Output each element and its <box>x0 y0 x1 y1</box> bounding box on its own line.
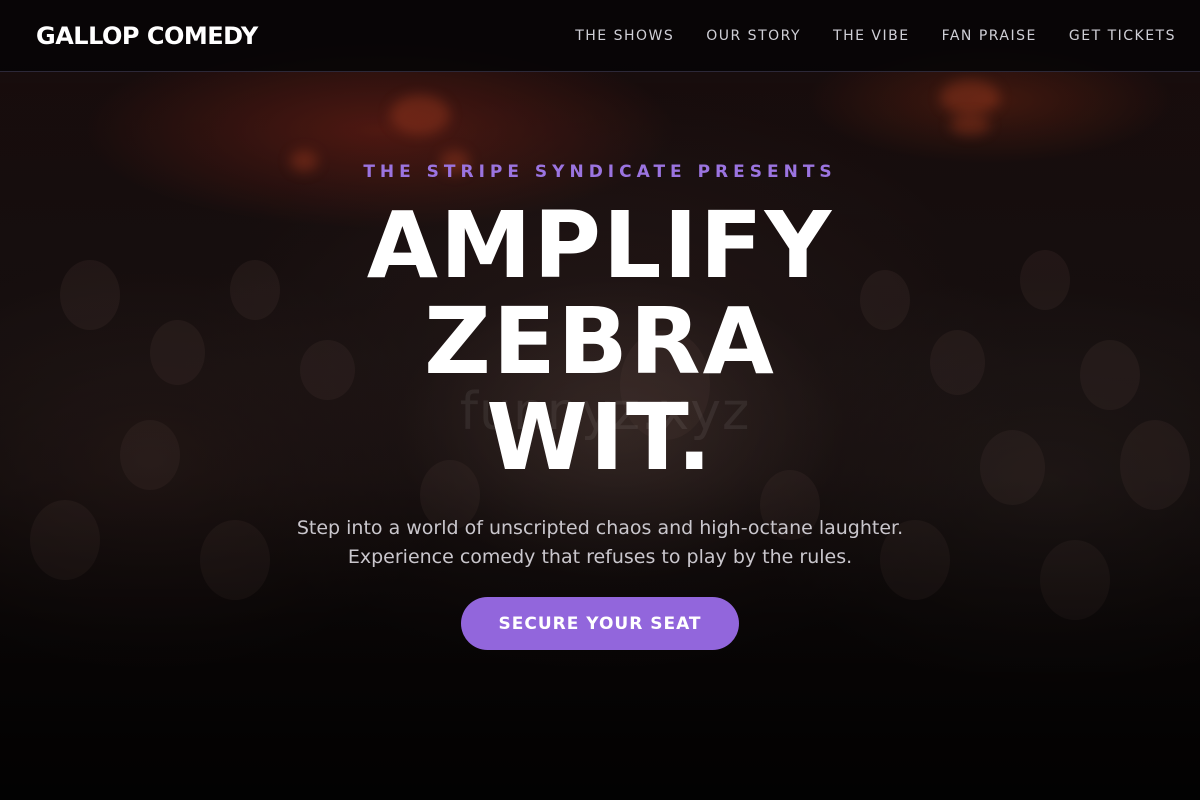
subcopy-line-2: Experience comedy that refuses to play b… <box>347 546 853 568</box>
headline-line-3: WIT. <box>486 384 714 491</box>
hero-subcopy: Step into a world of unscripted chaos an… <box>0 514 1200 572</box>
headline-line-1: AMPLIFY <box>366 192 834 299</box>
secure-your-seat-button[interactable]: SECURE YOUR SEAT <box>461 597 739 650</box>
headline-line-2: ZEBRA <box>424 288 776 395</box>
hero-section: THE STRIPE SYNDICATE PRESENTS AMPLIFY ZE… <box>0 0 1200 800</box>
hero-headline: AMPLIFY ZEBRA WIT. <box>0 198 1200 486</box>
hero-eyebrow: THE STRIPE SYNDICATE PRESENTS <box>363 162 837 182</box>
subcopy-line-1: Step into a world of unscripted chaos an… <box>296 517 904 539</box>
